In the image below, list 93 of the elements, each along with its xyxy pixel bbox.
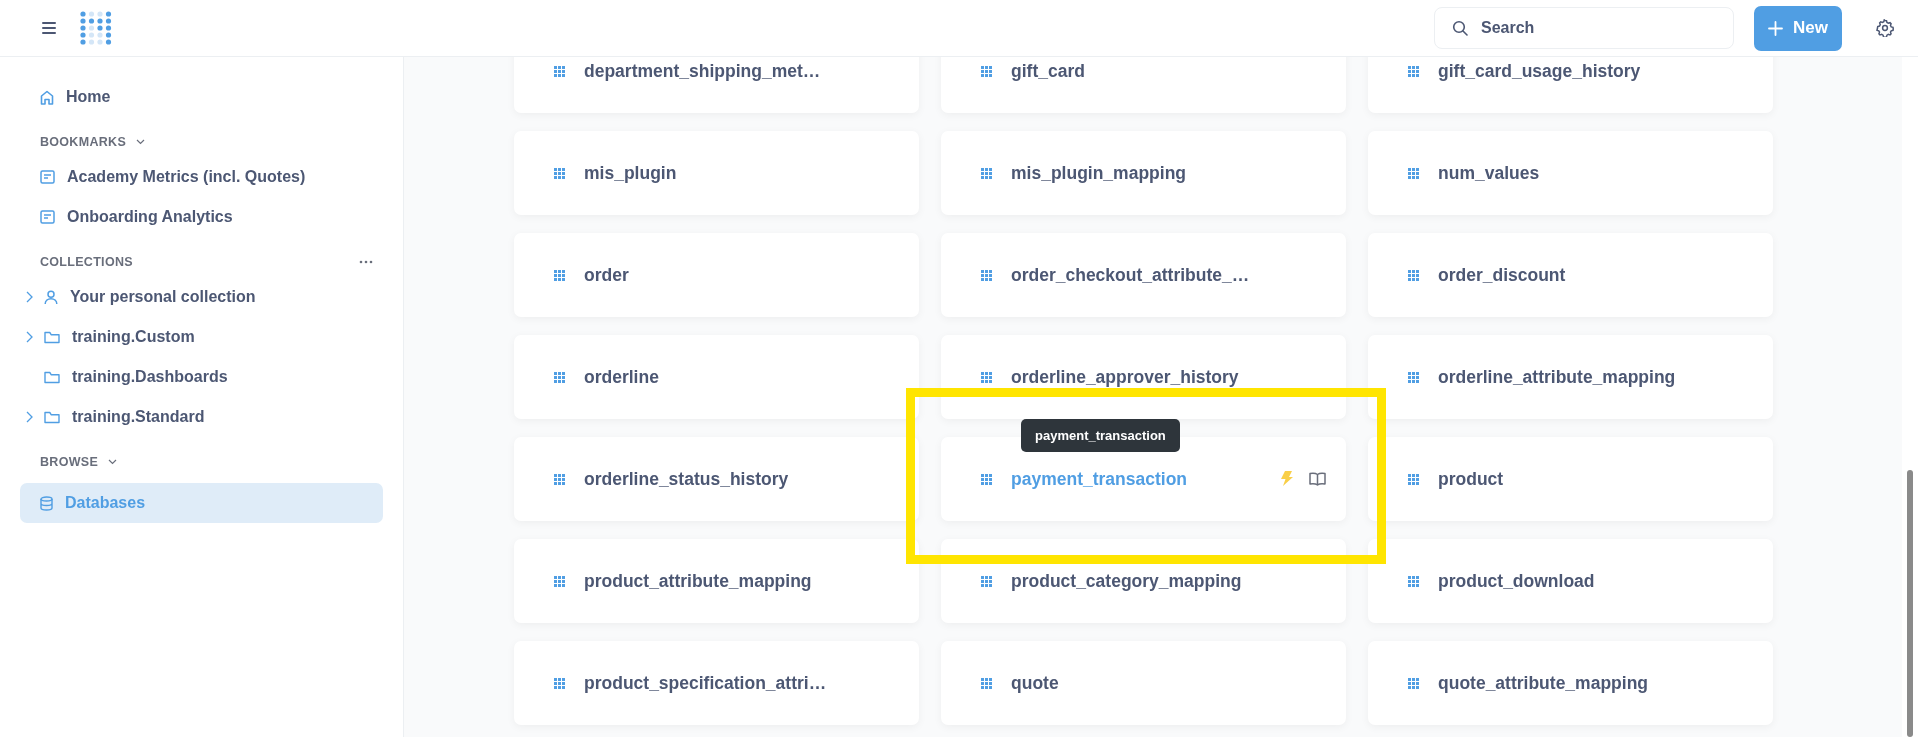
table-icon bbox=[981, 575, 992, 587]
table-icon bbox=[981, 371, 992, 383]
table-card[interactable]: mis_plugin_mapping bbox=[941, 131, 1346, 215]
sidebar-item[interactable]: Onboarding Analytics bbox=[20, 197, 383, 237]
section-heading: BOOKMARKS bbox=[40, 135, 127, 149]
table-name: quote bbox=[1011, 672, 1059, 694]
sidebar-item[interactable]: Academy Metrics (incl. Quotes) bbox=[20, 157, 383, 197]
home-icon bbox=[40, 89, 54, 105]
table-card[interactable]: num_values bbox=[1368, 131, 1773, 215]
settings-icon[interactable] bbox=[1876, 19, 1894, 37]
table-name: mis_plugin bbox=[584, 162, 677, 184]
table-name: num_values bbox=[1438, 162, 1540, 184]
table-name: product_download bbox=[1438, 570, 1595, 592]
table-card[interactable]: gift_card bbox=[941, 57, 1346, 113]
table-icon bbox=[554, 371, 565, 383]
table-icon bbox=[1408, 575, 1419, 587]
sidebar-item[interactable]: training.Dashboards bbox=[20, 357, 383, 397]
table-card[interactable]: gift_card_usage_history bbox=[1368, 57, 1773, 113]
table-card[interactable]: product bbox=[1368, 437, 1773, 521]
search-field[interactable]: Search bbox=[1434, 7, 1734, 49]
sidebar-item[interactable]: Your personal collection bbox=[20, 277, 383, 317]
table-icon bbox=[981, 473, 992, 485]
table-card[interactable]: orderline_approver_history bbox=[941, 335, 1346, 419]
tooltip: payment_transaction bbox=[1021, 419, 1180, 452]
table-name: orderline_attribute_mapping bbox=[1438, 366, 1676, 388]
sidebar-item[interactable]: training.Standard bbox=[20, 397, 383, 437]
folder-icon bbox=[44, 410, 60, 424]
menu-icon[interactable] bbox=[42, 22, 56, 34]
table-name: department_shipping_met… bbox=[584, 60, 821, 82]
scrollbar-thumb[interactable] bbox=[1907, 470, 1913, 737]
logo-icon[interactable] bbox=[80, 8, 112, 48]
table-card[interactable]: orderline_attribute_mapping bbox=[1368, 335, 1773, 419]
table-name: gift_card bbox=[1011, 60, 1085, 82]
chevron-down-icon[interactable] bbox=[108, 459, 118, 465]
table-name: payment_transaction bbox=[1011, 468, 1188, 490]
table-card[interactable]: order_discount bbox=[1368, 233, 1773, 317]
table-card[interactable]: product_attribute_mapping bbox=[514, 539, 919, 623]
table-icon bbox=[981, 269, 992, 281]
table-icon bbox=[981, 167, 992, 179]
table-card[interactable]: quote_attribute_mapping bbox=[1368, 641, 1773, 725]
table-icon bbox=[554, 269, 565, 281]
table-icon bbox=[554, 575, 565, 587]
book-icon[interactable] bbox=[1309, 472, 1326, 486]
table-card[interactable]: order bbox=[514, 233, 919, 317]
table-card[interactable]: product_download bbox=[1368, 539, 1773, 623]
table-icon bbox=[1408, 167, 1419, 179]
table-icon bbox=[981, 677, 992, 689]
table-icon bbox=[554, 473, 565, 485]
sidebar-item[interactable]: training.Custom bbox=[20, 317, 383, 357]
table-name: mis_plugin_mapping bbox=[1011, 162, 1187, 184]
table-name: orderline_status_history bbox=[584, 468, 789, 490]
table-card[interactable]: mis_plugin bbox=[514, 131, 919, 215]
chevron-right-icon[interactable] bbox=[26, 411, 33, 423]
table-name: orderline_approver_history bbox=[1011, 366, 1239, 388]
table-icon bbox=[1408, 371, 1419, 383]
dashboard-icon bbox=[40, 210, 55, 224]
table-name: product bbox=[1438, 468, 1504, 490]
table-name: order_discount bbox=[1438, 264, 1566, 286]
table-name: quote_attribute_mapping bbox=[1438, 672, 1648, 694]
table-name: order bbox=[584, 264, 629, 286]
plus-icon bbox=[1768, 20, 1783, 36]
table-icon bbox=[1408, 473, 1419, 485]
dashboard-icon bbox=[40, 170, 55, 184]
table-card[interactable]: orderline bbox=[514, 335, 919, 419]
table-icon bbox=[981, 65, 992, 77]
table-card[interactable]: department_shipping_met… bbox=[514, 57, 919, 113]
chevron-down-icon[interactable] bbox=[136, 139, 146, 145]
table-icon bbox=[1408, 269, 1419, 281]
chevron-right-icon[interactable] bbox=[26, 331, 33, 343]
table-card[interactable]: orderline_status_history bbox=[514, 437, 919, 521]
table-icon bbox=[1408, 677, 1419, 689]
table-icon bbox=[554, 65, 565, 77]
section-heading: COLLECTIONS bbox=[40, 255, 133, 269]
table-name: order_checkout_attribute_… bbox=[1011, 264, 1250, 286]
more-icon[interactable] bbox=[359, 260, 373, 264]
chevron-right-icon[interactable] bbox=[26, 291, 33, 303]
database-icon bbox=[40, 495, 53, 511]
table-icon bbox=[1408, 65, 1419, 77]
table-card[interactable]: product_specification_attri… bbox=[514, 641, 919, 725]
folder-icon bbox=[44, 330, 60, 344]
table-name: product_specification_attri… bbox=[584, 672, 827, 694]
section-heading: BROWSE bbox=[40, 455, 99, 469]
table-icon bbox=[554, 167, 565, 179]
table-icon bbox=[554, 677, 565, 689]
sidebar-item[interactable]: Home bbox=[20, 77, 383, 117]
table-card[interactable]: order_checkout_attribute_… bbox=[941, 233, 1346, 317]
table-name: gift_card_usage_history bbox=[1438, 60, 1641, 82]
table-name: product_category_mapping bbox=[1011, 570, 1242, 592]
folder-icon bbox=[44, 370, 60, 384]
person-icon bbox=[44, 289, 58, 305]
table-name: orderline bbox=[584, 366, 659, 388]
table-name: product_attribute_mapping bbox=[584, 570, 812, 592]
table-card[interactable]: quote bbox=[941, 641, 1346, 725]
